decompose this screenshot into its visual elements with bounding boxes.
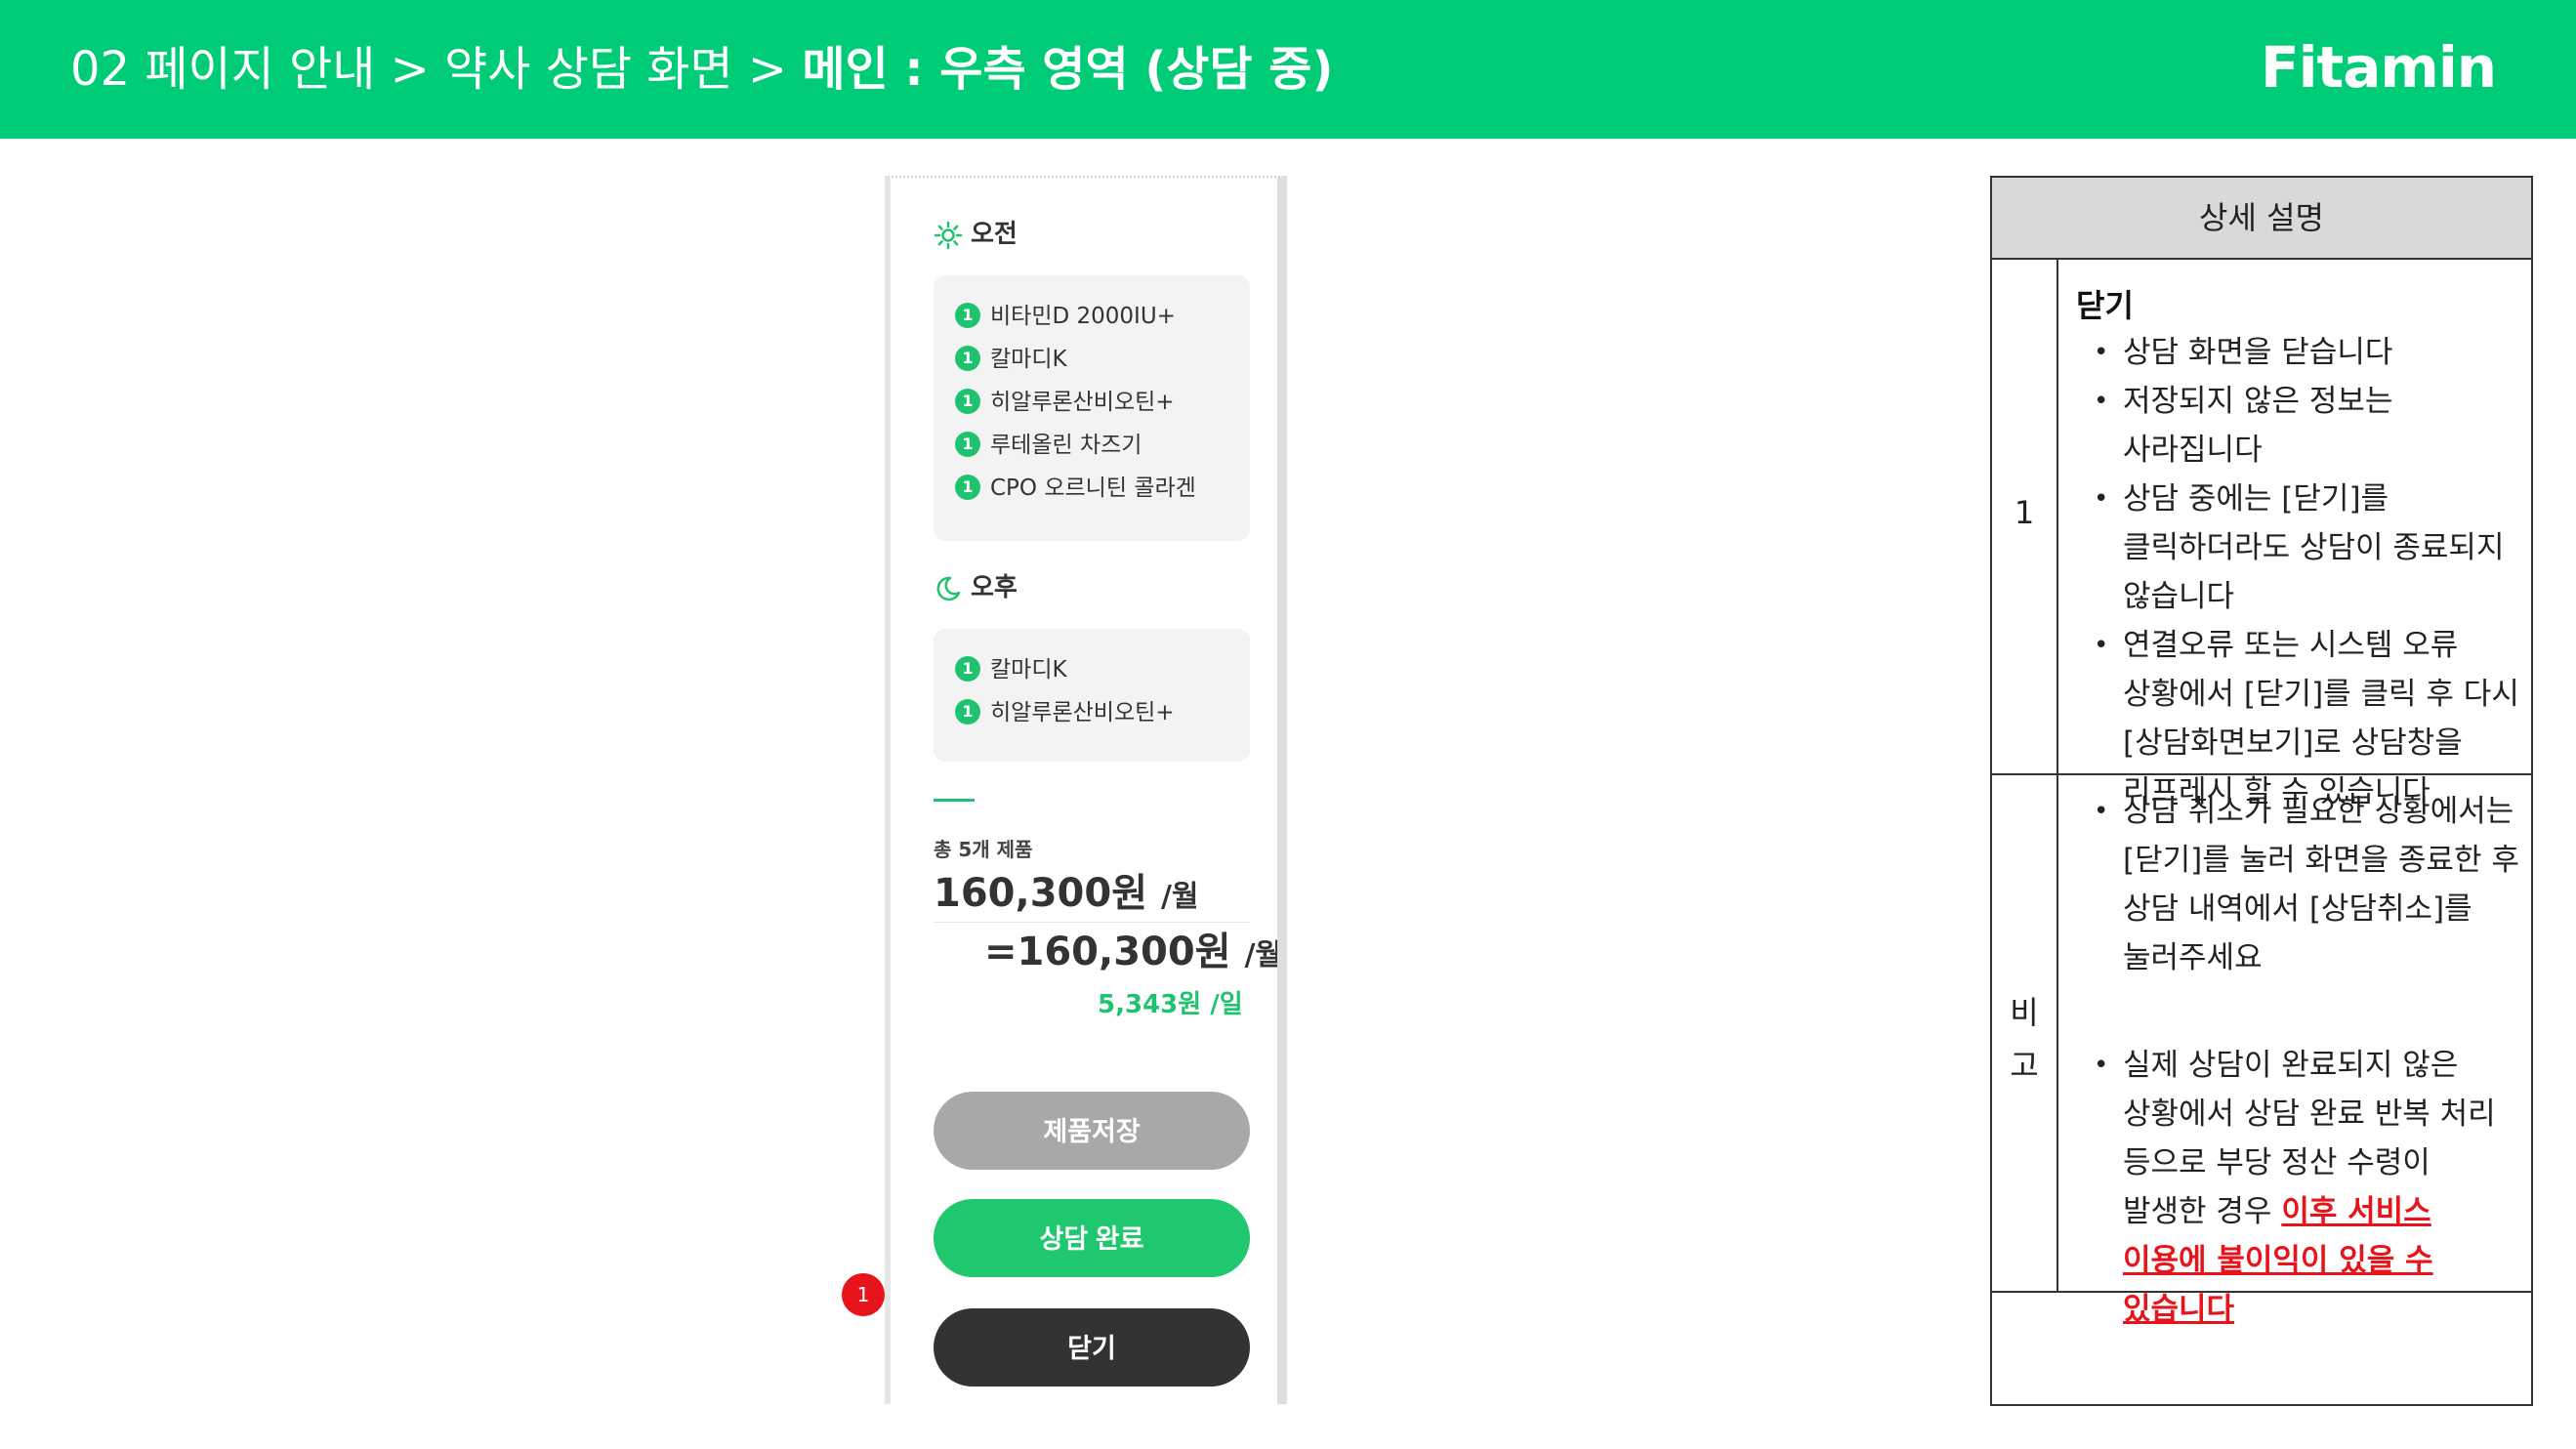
product-name: 히알루론산비오틴+ bbox=[990, 390, 1175, 415]
description-row-1: 1 닫기 상담 화면을 닫습니다 저장되지 않은 정보는 사라집니다 상담 중에… bbox=[1992, 260, 2531, 809]
notes-bullet-list: 상담 취소가 필요한 상황에서는 [닫기]를 눌러 화면을 종료한 후 상담 내… bbox=[2090, 787, 2519, 982]
complete-consultation-button[interactable]: 상담 완료 bbox=[934, 1199, 1250, 1277]
bullet-item: 실제 상담이 완료되지 않은 상황에서 상담 완료 반복 처리 등으로 부당 정… bbox=[2090, 1041, 2519, 1334]
list-item: 1 히알루론산비오틴+ bbox=[955, 691, 1228, 734]
bullet-item: 저장되지 않은 정보는 사라집니다 bbox=[2090, 377, 2519, 475]
close-button[interactable]: 닫기 bbox=[934, 1308, 1250, 1387]
list-item: 1 칼마디K bbox=[955, 338, 1228, 381]
row-title: 닫기 bbox=[2076, 287, 2134, 324]
notes-label-top: 비 bbox=[2010, 994, 2039, 1031]
fitamin-logo: Fitamin bbox=[2261, 34, 2497, 101]
count-badge: 1 bbox=[955, 698, 980, 724]
count-badge: 1 bbox=[955, 302, 980, 328]
top-header-bar: 02 페이지 안내 > 약사 상담 화면 > 메인 : 우측 영역 (상담 중)… bbox=[0, 0, 2576, 139]
product-name: 칼마디K bbox=[990, 347, 1067, 372]
monthly-price-unit: /월 bbox=[1160, 880, 1199, 914]
count-badge: 1 bbox=[955, 388, 980, 414]
equal-price-unit: /월 bbox=[1244, 938, 1283, 973]
count-badge: 1 bbox=[955, 345, 980, 371]
description-table-header: 상세 설명 bbox=[1992, 178, 2531, 260]
save-products-button[interactable]: 제품저장 bbox=[934, 1092, 1250, 1170]
afternoon-product-card: 1 칼마디K 1 히알루론산비오틴+ bbox=[934, 629, 1250, 762]
moon-icon bbox=[934, 574, 963, 603]
daily-price: 5,343원 /일 bbox=[1098, 990, 1243, 1019]
morning-section-title: 오전 bbox=[934, 215, 1018, 254]
monthly-price: 160,300원 /월 bbox=[934, 861, 1199, 918]
notes-label-bottom: 고 bbox=[2010, 1047, 2039, 1084]
morning-label: 오전 bbox=[971, 220, 1018, 249]
afternoon-label: 오후 bbox=[971, 573, 1018, 602]
product-name: 비타민D 2000IU+ bbox=[990, 304, 1176, 329]
afternoon-section-title: 오후 bbox=[934, 568, 1018, 607]
bullet-item: 상담 화면을 닫습니다 bbox=[2090, 328, 2519, 377]
description-row-notes: 비 고 상담 취소가 필요한 상황에서는 [닫기]를 눌러 화면을 종료한 후 … bbox=[1992, 775, 2531, 1327]
product-name: CPO 오르니틴 콜라겐 bbox=[990, 476, 1196, 501]
row-label-cell: 비 고 bbox=[1992, 775, 2058, 1291]
morning-product-card: 1 비타민D 2000IU+ 1 칼마디K 1 히알루론산비오틴+ 1 루테올린 차즈기… bbox=[934, 275, 1250, 541]
list-item: 1 히알루론산비오틴+ bbox=[955, 381, 1228, 424]
consultation-right-panel: 오전 1 비타민D 2000IU+ 1 칼마디K 1 히알루론산비오틴+ 1 루테올린 … bbox=[885, 176, 1287, 1404]
annotation-marker-1: 1 bbox=[842, 1273, 885, 1316]
section-divider bbox=[934, 799, 975, 802]
row-number: 1 bbox=[2014, 494, 2035, 531]
list-item: 1 CPO 오르니틴 콜라겐 bbox=[955, 467, 1228, 510]
equal-price-value: =160,300원 bbox=[984, 930, 1231, 974]
monthly-price-value: 160,300원 bbox=[934, 871, 1147, 916]
notes-bullet-list-2: 실제 상담이 완료되지 않은 상황에서 상담 완료 반복 처리 등으로 부당 정… bbox=[2090, 1041, 2519, 1334]
count-badge: 1 bbox=[955, 431, 980, 457]
product-name: 히알루론산비오틴+ bbox=[990, 700, 1175, 725]
list-item: 1 칼마디K bbox=[955, 648, 1228, 691]
row-label-cell: 1 bbox=[1992, 260, 2058, 773]
list-item: 1 루테올린 차즈기 bbox=[955, 424, 1228, 467]
product-name: 칼마디K bbox=[990, 657, 1067, 683]
count-badge: 1 bbox=[955, 655, 980, 682]
list-item: 1 비타민D 2000IU+ bbox=[955, 295, 1228, 338]
bullet-item: 상담 취소가 필요한 상황에서는 [닫기]를 눌러 화면을 종료한 후 상담 내… bbox=[2090, 787, 2519, 982]
total-count-label: 총 5개 제품 bbox=[934, 838, 1033, 861]
row-bullet-list: 상담 화면을 닫습니다 저장되지 않은 정보는 사라집니다 상담 중에는 [닫기… bbox=[2090, 328, 2519, 816]
breadcrumb-path: 02 페이지 안내 > 약사 상담 화면 > bbox=[70, 42, 803, 97]
product-name: 루테올린 차즈기 bbox=[990, 433, 1143, 458]
count-badge: 1 bbox=[955, 474, 980, 500]
breadcrumb-current: 메인 : 우측 영역 (상담 중) bbox=[802, 42, 1334, 97]
equal-price: =160,300원 /월 bbox=[984, 920, 1283, 976]
description-table: 상세 설명 1 닫기 상담 화면을 닫습니다 저장되지 않은 정보는 사라집니다… bbox=[1990, 176, 2533, 1406]
bullet-item: 상담 중에는 [닫기]를 클릭하더라도 상담이 종료되지 않습니다 bbox=[2090, 475, 2519, 621]
breadcrumb: 02 페이지 안내 > 약사 상담 화면 > 메인 : 우측 영역 (상담 중) bbox=[70, 35, 1333, 104]
sun-icon bbox=[934, 221, 963, 250]
